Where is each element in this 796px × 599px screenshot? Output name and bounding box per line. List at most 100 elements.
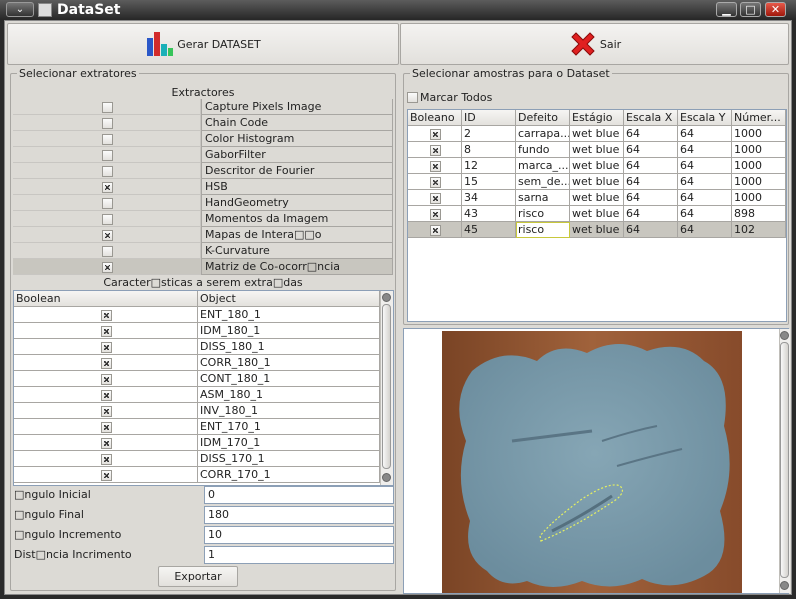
sample-cell-y[interactable]: 64 [678,142,732,158]
extractor-checkbox[interactable] [13,243,201,259]
sample-cell-estagio[interactable]: wet blue [570,206,624,222]
checkbox-icon[interactable] [101,373,112,385]
sample-cell-id[interactable]: 2 [462,126,516,142]
feature-checkbox[interactable] [14,435,198,451]
sample-cell-defeito[interactable]: sem_de... [516,174,570,190]
sample-checkbox[interactable] [408,206,462,222]
samples-col-header[interactable]: Escala Y [678,110,732,126]
exportar-button[interactable]: Exportar [158,566,238,587]
scrollbar-thumb[interactable] [382,304,391,469]
feature-checkbox[interactable] [14,467,198,483]
checkbox-icon[interactable] [102,165,113,177]
param-input[interactable]: 0 [204,486,394,504]
checkbox-icon[interactable] [430,176,441,188]
sair-button[interactable]: Sair [400,23,789,65]
sample-cell-num[interactable]: 1000 [732,158,786,174]
features-col-boolean[interactable]: Boolean [14,291,198,307]
samples-col-header[interactable]: ID [462,110,516,126]
feature-checkbox[interactable] [14,323,198,339]
scroll-down-icon[interactable] [780,581,789,590]
sample-cell-estagio[interactable]: wet blue [570,158,624,174]
feature-name[interactable]: IDM_170_1 [198,435,380,451]
samples-col-header[interactable]: Defeito [516,110,570,126]
checkbox-icon[interactable] [102,117,113,129]
samples-col-header[interactable]: Estágio [570,110,624,126]
sample-cell-num[interactable]: 1000 [732,142,786,158]
samples-col-header[interactable]: Boleano [408,110,462,126]
checkbox-icon[interactable] [101,453,112,465]
param-input[interactable]: 180 [204,506,394,524]
checkbox-icon[interactable] [102,149,113,161]
sample-cell-y[interactable]: 64 [678,222,732,238]
marcar-todos-checkbox[interactable]: Marcar Todos [407,89,492,105]
extractor-checkbox[interactable] [13,211,201,227]
checkbox-icon[interactable] [102,213,113,225]
checkbox-icon[interactable] [101,325,112,337]
feature-name[interactable]: IDM_180_1 [198,323,380,339]
sample-cell-x[interactable]: 64 [624,158,678,174]
checkbox-icon[interactable] [101,437,112,449]
extractor-name[interactable]: Chain Code [201,115,393,131]
sample-cell-estagio[interactable]: wet blue [570,222,624,238]
sample-cell-y[interactable]: 64 [678,190,732,206]
param-input[interactable]: 1 [204,546,394,564]
checkbox-icon[interactable] [430,208,441,220]
maximize-button[interactable]: □ [740,2,761,17]
sample-cell-estagio[interactable]: wet blue [570,190,624,206]
sample-cell-x[interactable]: 64 [624,174,678,190]
checkbox-icon[interactable] [101,421,112,433]
feature-checkbox[interactable] [14,371,198,387]
sample-cell-x[interactable]: 64 [624,190,678,206]
sample-cell-y[interactable]: 64 [678,126,732,142]
extractor-name[interactable]: Matriz de Co-ocorr□ncia [201,259,393,275]
sample-cell-num[interactable]: 1000 [732,174,786,190]
extractor-name[interactable]: Descritor de Fourier [201,163,393,179]
scroll-up-icon[interactable] [780,331,789,340]
feature-name[interactable]: INV_180_1 [198,403,380,419]
feature-checkbox[interactable] [14,339,198,355]
checkbox-icon[interactable] [407,91,418,103]
features-scrollbar[interactable] [380,291,393,485]
sample-cell-id[interactable]: 45 [462,222,516,238]
sample-cell-x[interactable]: 64 [624,126,678,142]
extractor-name[interactable]: Color Histogram [201,131,393,147]
sample-cell-num[interactable]: 102 [732,222,786,238]
extractor-name[interactable]: HSB [201,179,393,195]
sample-cell-id[interactable]: 8 [462,142,516,158]
extractor-checkbox[interactable] [13,227,201,243]
extractor-name[interactable]: HandGeometry [201,195,393,211]
feature-checkbox[interactable] [14,419,198,435]
gerar-dataset-button[interactable]: Gerar DATASET [7,23,399,65]
sample-cell-defeito[interactable]: carrapa... [516,126,570,142]
feature-checkbox[interactable] [14,387,198,403]
sample-cell-defeito[interactable]: risco [516,206,570,222]
feature-checkbox[interactable] [14,355,198,371]
feature-name[interactable]: CORR_180_1 [198,355,380,371]
samples-col-header[interactable]: Númer... [732,110,786,126]
sample-cell-y[interactable]: 64 [678,174,732,190]
features-col-object[interactable]: Object [198,291,380,307]
sample-cell-estagio[interactable]: wet blue [570,174,624,190]
feature-checkbox[interactable] [14,403,198,419]
extractor-checkbox[interactable] [13,115,201,131]
sample-cell-defeito[interactable]: sarna [516,190,570,206]
sample-cell-x[interactable]: 64 [624,222,678,238]
sample-cell-estagio[interactable]: wet blue [570,142,624,158]
feature-name[interactable]: CONT_180_1 [198,371,380,387]
extractor-checkbox[interactable] [13,131,201,147]
sample-cell-id[interactable]: 43 [462,206,516,222]
checkbox-icon[interactable] [101,389,112,401]
sample-checkbox[interactable] [408,222,462,238]
feature-checkbox[interactable] [14,451,198,467]
param-input[interactable]: 10 [204,526,394,544]
window-menu-button[interactable]: ⌄ [6,2,34,17]
close-window-button[interactable]: ✕ [765,2,786,17]
checkbox-icon[interactable] [102,181,113,193]
checkbox-icon[interactable] [101,469,112,481]
minimize-button[interactable]: ▁ [716,2,737,17]
checkbox-icon[interactable] [102,197,113,209]
checkbox-icon[interactable] [101,405,112,417]
checkbox-icon[interactable] [102,245,113,257]
feature-name[interactable]: DISS_180_1 [198,339,380,355]
sample-checkbox[interactable] [408,174,462,190]
